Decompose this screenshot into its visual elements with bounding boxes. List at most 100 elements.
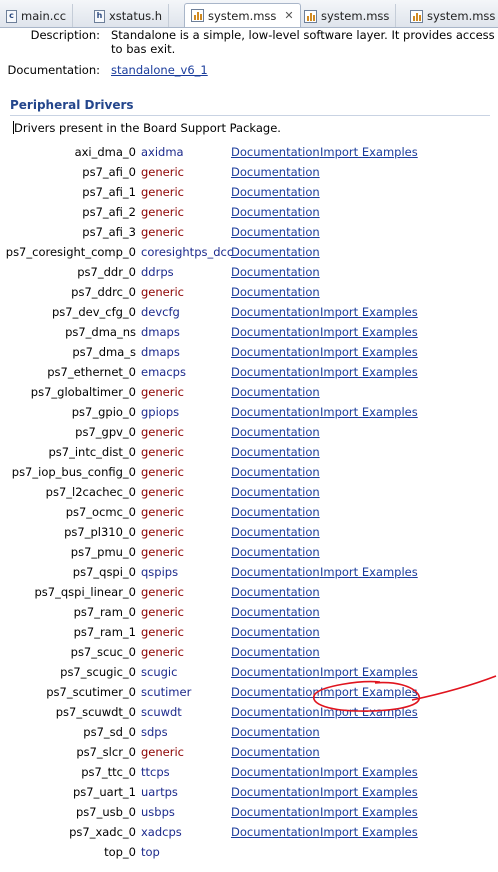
- import-examples-link[interactable]: Import Examples: [320, 405, 418, 419]
- documentation-link[interactable]: Documentation: [231, 465, 320, 479]
- documentation-link[interactable]: Documentation: [231, 445, 320, 459]
- driver-name: generic: [141, 745, 184, 759]
- documentation-link[interactable]: Documentation: [231, 565, 320, 579]
- instance-name: ps7_sd_0: [83, 725, 136, 739]
- import-examples-link[interactable]: Import Examples: [320, 805, 418, 819]
- driver-row: ps7_pl310_0 generic Documentation: [0, 522, 498, 542]
- driver-name: coresightps_dcc: [141, 245, 234, 259]
- driver-row: ps7_dma_s dmaps Documentation Import Exampl…: [0, 342, 498, 362]
- documentation-link[interactable]: Documentation: [231, 725, 320, 739]
- c-file-icon: c: [6, 9, 17, 23]
- documentation-link[interactable]: Documentation: [231, 345, 320, 359]
- documentation-link[interactable]: Documentation: [231, 285, 320, 299]
- import-examples-link[interactable]: Import Examples: [320, 785, 418, 799]
- driver-row: ps7_afi_1 generic Documentation: [0, 182, 498, 202]
- documentation-link[interactable]: Documentation: [231, 605, 320, 619]
- driver-row: ps7_dma_ns dmaps Documentation Import Examp…: [0, 322, 498, 342]
- documentation-link[interactable]: Documentation: [231, 645, 320, 659]
- driver-row: ps7_qspi_0 qspips Documentation Import Exam…: [0, 562, 498, 582]
- documentation-link[interactable]: Documentation: [231, 225, 320, 239]
- import-examples-link[interactable]: Import Examples: [320, 825, 418, 839]
- driver-row: ps7_ram_0 generic Documentation: [0, 602, 498, 622]
- tab-main-cc[interactable]: c main.cc: [0, 4, 74, 27]
- documentation-link[interactable]: Documentation: [231, 385, 320, 399]
- instance-name: ps7_dma_ns: [65, 325, 136, 339]
- documentation-link[interactable]: Documentation: [231, 785, 320, 799]
- driver-row: ps7_globaltimer_0 generic Documentation: [0, 382, 498, 402]
- driver-row: ps7_gpio_0 gpiops Documentation Import Exam…: [0, 402, 498, 422]
- tab-system-mss-2[interactable]: system.mss: [298, 4, 397, 27]
- driver-row: ps7_slcr_0 generic Documentation: [0, 742, 498, 762]
- documentation-link[interactable]: Documentation: [231, 765, 320, 779]
- documentation-link[interactable]: Documentation: [231, 585, 320, 599]
- driver-row: ps7_afi_0 generic Documentation: [0, 162, 498, 182]
- instance-name: ps7_gpio_0: [71, 405, 136, 419]
- driver-name: generic: [141, 465, 184, 479]
- documentation-link[interactable]: Documentation: [231, 625, 320, 639]
- instance-name: ps7_scugic_0: [60, 665, 136, 679]
- driver-name: qspips: [141, 565, 179, 579]
- description-value: Standalone is a simple, low-level softwa…: [111, 28, 495, 56]
- documentation-link[interactable]: Documentation: [231, 405, 320, 419]
- instance-name: ps7_ram_0: [73, 605, 136, 619]
- driver-name: emacps: [141, 365, 186, 379]
- close-icon[interactable]: ✕: [284, 9, 293, 22]
- red-circle-annotation: [312, 675, 497, 712]
- driver-name: generic: [141, 505, 184, 519]
- driver-row: ps7_sd_0 sdps Documentation: [0, 722, 498, 742]
- standalone-doc-link[interactable]: standalone_v6_1: [111, 63, 208, 77]
- documentation-link[interactable]: Documentation: [231, 185, 320, 199]
- documentation-link[interactable]: Documentation: [231, 365, 320, 379]
- documentation-link[interactable]: Documentation: [231, 265, 320, 279]
- tab-label: xstatus.h: [109, 9, 163, 23]
- os-documentation-row: Documentation: standalone_v6_1: [0, 63, 498, 79]
- driver-name: generic: [141, 645, 184, 659]
- driver-name: usbps: [141, 805, 175, 819]
- documentation-link[interactable]: Documentation: [231, 525, 320, 539]
- driver-row: ps7_xadc_0 xadcps Documentation Import Exam…: [0, 822, 498, 842]
- import-examples-link[interactable]: Import Examples: [320, 365, 418, 379]
- instance-name: ps7_ocmc_0: [65, 505, 136, 519]
- driver-row: ps7_usb_0 usbps Documentation Import Exampl…: [0, 802, 498, 822]
- driver-name: generic: [141, 385, 184, 399]
- documentation-link[interactable]: Documentation: [231, 205, 320, 219]
- documentation-link[interactable]: Documentation: [231, 425, 320, 439]
- documentation-link[interactable]: Documentation: [231, 145, 320, 159]
- documentation-label: Documentation:: [7, 63, 100, 77]
- documentation-link[interactable]: Documentation: [231, 805, 320, 819]
- h-file-icon: h: [94, 9, 105, 23]
- documentation-link[interactable]: Documentation: [231, 545, 320, 559]
- instance-name: ps7_pmu_0: [70, 545, 136, 559]
- import-examples-link[interactable]: Import Examples: [320, 765, 418, 779]
- instance-name: ps7_scuc_0: [70, 645, 136, 659]
- driver-row: ps7_ddr_0 ddrps Documentation: [0, 262, 498, 282]
- instance-name: ps7_ethernet_0: [47, 365, 136, 379]
- documentation-link[interactable]: Documentation: [231, 165, 320, 179]
- tab-xstatus-h[interactable]: h xstatus.h: [88, 4, 170, 27]
- import-examples-link[interactable]: Import Examples: [320, 345, 418, 359]
- documentation-link[interactable]: Documentation: [231, 505, 320, 519]
- documentation-link[interactable]: Documentation: [231, 325, 320, 339]
- instance-name: ps7_usb_0: [75, 805, 136, 819]
- driver-name: generic: [141, 585, 184, 599]
- import-examples-link[interactable]: Import Examples: [320, 305, 418, 319]
- driver-row: ps7_gpv_0 generic Documentation: [0, 422, 498, 442]
- mss-file-icon: [410, 9, 423, 23]
- documentation-link[interactable]: Documentation: [231, 825, 320, 839]
- driver-name: scutimer: [141, 685, 192, 699]
- documentation-link[interactable]: Documentation: [231, 485, 320, 499]
- instance-name: ps7_iop_bus_config_0: [11, 465, 136, 479]
- documentation-link[interactable]: Documentation: [231, 305, 320, 319]
- import-examples-link[interactable]: Import Examples: [320, 325, 418, 339]
- documentation-link[interactable]: Documentation: [231, 745, 320, 759]
- documentation-link[interactable]: Documentation: [231, 245, 320, 259]
- tab-system-mss-3[interactable]: system.mss: [404, 4, 498, 27]
- tab-label: system.mss: [208, 8, 277, 23]
- instance-name: ps7_afi_1: [82, 185, 136, 199]
- tab-label: system.mss: [321, 9, 390, 23]
- driver-row: top_0 top: [0, 842, 498, 862]
- import-examples-link[interactable]: Import Examples: [320, 565, 418, 579]
- tab-system-mss-active[interactable]: system.mss ✕: [184, 3, 301, 27]
- import-examples-link[interactable]: Import Examples: [320, 145, 418, 159]
- tab-label: system.mss: [427, 9, 496, 23]
